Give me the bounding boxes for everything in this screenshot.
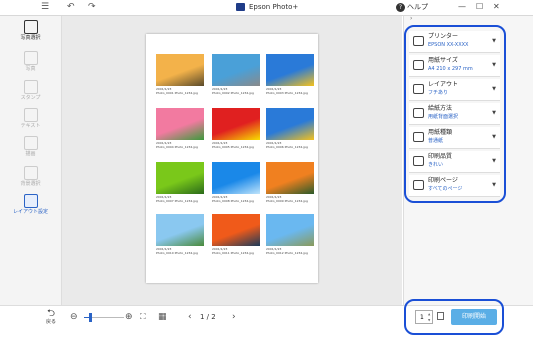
app-title: Epson Photo+ bbox=[249, 3, 299, 11]
zoom-in-icon[interactable]: ⊕ bbox=[125, 312, 133, 322]
sidebar-item-draw: 描画 bbox=[0, 136, 61, 157]
photo-date: 2001/1/23 bbox=[266, 142, 282, 145]
photo-date: 2001/1/23 bbox=[266, 88, 282, 91]
photo-thumbnail[interactable] bbox=[156, 54, 204, 86]
fit-to-window-icon[interactable]: ⛶ bbox=[140, 312, 146, 322]
photo-date: 2001/1/23 bbox=[266, 196, 282, 199]
photo-thumbnail[interactable] bbox=[212, 162, 260, 194]
sidebar-item-layout[interactable]: レイアウト設定 bbox=[0, 194, 61, 215]
undo-icon[interactable]: ↶ bbox=[67, 1, 75, 14]
page-indicator: 1 / 2 bbox=[200, 313, 216, 321]
photo-date: 2001/1/23 bbox=[266, 248, 282, 251]
app-logo bbox=[236, 3, 245, 11]
photo-thumbnail[interactable] bbox=[212, 214, 260, 246]
minimize-icon[interactable]: — bbox=[458, 0, 466, 14]
zoom-out-icon[interactable]: ⊖ bbox=[70, 312, 78, 322]
photo-thumbnail[interactable] bbox=[266, 108, 314, 140]
background-icon bbox=[23, 166, 38, 180]
photo-thumbnail[interactable] bbox=[156, 108, 204, 140]
layout-icon bbox=[23, 194, 38, 208]
help-icon: ? bbox=[396, 2, 405, 12]
photo-date: 2001/1/23 bbox=[212, 196, 228, 199]
photo-filename: Photo_0005 Photo_1234.jpg bbox=[212, 146, 254, 149]
copies-stepper[interactable]: ▲ ▼ bbox=[428, 311, 430, 323]
collapse-panel-icon[interactable]: › bbox=[410, 15, 412, 22]
sidebar-item-label: 描画 bbox=[25, 151, 36, 157]
photo-filename: Photo_0009 Photo_1234.jpg bbox=[266, 200, 308, 203]
left-sidebar: 写真選択 写真 スタンプ テキスト 描画 背景選択 レイアウト設定 bbox=[0, 16, 62, 305]
maximize-icon[interactable]: ☐ bbox=[476, 0, 483, 14]
photo-filename: Photo_0011 Photo_1234.jpg bbox=[212, 252, 254, 255]
photo-filename: Photo_0001 Photo_1234.jpg bbox=[156, 92, 198, 95]
sidebar-item-photo: 写真 bbox=[0, 51, 61, 72]
photo-filename: Photo_0003 Photo_1234.jpg bbox=[266, 92, 308, 95]
photo-thumbnail[interactable] bbox=[266, 214, 314, 246]
help-label: ヘルプ bbox=[407, 3, 428, 11]
print-button[interactable]: 印刷開始 bbox=[451, 309, 497, 325]
photo-date: 2001/1/23 bbox=[212, 248, 228, 251]
sidebar-item-label: 写真選択 bbox=[20, 35, 41, 41]
preview-page: 2001/1/23 Photo_0001 Photo_1234.jpg 2001/1… bbox=[146, 34, 318, 283]
preview-canvas: 2001/1/23 Photo_0001 Photo_1234.jpg 2001/1… bbox=[62, 16, 402, 305]
copies-icon bbox=[437, 312, 444, 320]
menu-icon[interactable]: ☰ bbox=[41, 1, 49, 14]
photo-thumbnail[interactable] bbox=[212, 108, 260, 140]
text-icon bbox=[23, 108, 38, 122]
grid-toggle-icon[interactable]: ▦ bbox=[158, 312, 167, 322]
help-button[interactable]: ? ヘルプ bbox=[396, 0, 428, 14]
zoom-slider-handle[interactable] bbox=[89, 313, 92, 322]
photo-thumbnail[interactable] bbox=[212, 54, 260, 86]
photo-filename: Photo_0007 Photo_1234.jpg bbox=[156, 200, 198, 203]
sidebar-item-stamp: スタンプ bbox=[0, 80, 61, 101]
settings-highlight bbox=[404, 25, 506, 203]
photo-date: 2001/1/23 bbox=[156, 88, 172, 91]
redo-icon[interactable]: ↷ bbox=[88, 1, 96, 14]
back-button[interactable]: ⮌ 戻る bbox=[40, 309, 62, 326]
sidebar-item-photo-select[interactable]: 写真選択 bbox=[0, 20, 61, 41]
photo-thumbnail[interactable] bbox=[266, 162, 314, 194]
back-label: 戻る bbox=[45, 319, 56, 325]
sidebar-item-label: レイアウト設定 bbox=[12, 209, 48, 215]
photo-filename: Photo_0004 Photo_1234.jpg bbox=[156, 146, 198, 149]
sidebar-item-label: 背景選択 bbox=[20, 181, 41, 187]
next-page-icon[interactable]: › bbox=[232, 312, 236, 322]
back-arrow-icon: ⮌ bbox=[46, 308, 55, 319]
photo-filename: Photo_0002 Photo_1234.jpg bbox=[212, 92, 254, 95]
sidebar-item-background: 背景選択 bbox=[0, 166, 61, 187]
previous-page-icon[interactable]: ‹ bbox=[188, 312, 192, 322]
sidebar-item-text: テキスト bbox=[0, 108, 61, 129]
photo-thumbnail[interactable] bbox=[266, 54, 314, 86]
sidebar-item-label: テキスト bbox=[20, 123, 41, 129]
person-icon bbox=[23, 51, 38, 65]
photo-select-icon bbox=[23, 20, 38, 34]
photo-thumbnail[interactable] bbox=[156, 214, 204, 246]
photo-filename: Photo_0008 Photo_1234.jpg bbox=[212, 200, 254, 203]
photo-date: 2001/1/23 bbox=[212, 142, 228, 145]
photo-date: 2001/1/23 bbox=[212, 88, 228, 91]
photo-filename: Photo_0012 Photo_1234.jpg bbox=[266, 252, 308, 255]
photo-filename: Photo_0006 Photo_1234.jpg bbox=[266, 146, 308, 149]
photo-date: 2001/1/23 bbox=[156, 248, 172, 251]
close-icon[interactable]: ✕ bbox=[493, 0, 500, 14]
photo-date: 2001/1/23 bbox=[156, 142, 172, 145]
photo-thumbnail[interactable] bbox=[156, 162, 204, 194]
photo-filename: Photo_0010 Photo_1234.jpg bbox=[156, 252, 198, 255]
draw-icon bbox=[23, 136, 38, 150]
stamp-icon bbox=[23, 80, 38, 94]
photo-date: 2001/1/23 bbox=[156, 196, 172, 199]
sidebar-item-label: 写真 bbox=[25, 66, 36, 72]
sidebar-item-label: スタンプ bbox=[20, 95, 41, 101]
